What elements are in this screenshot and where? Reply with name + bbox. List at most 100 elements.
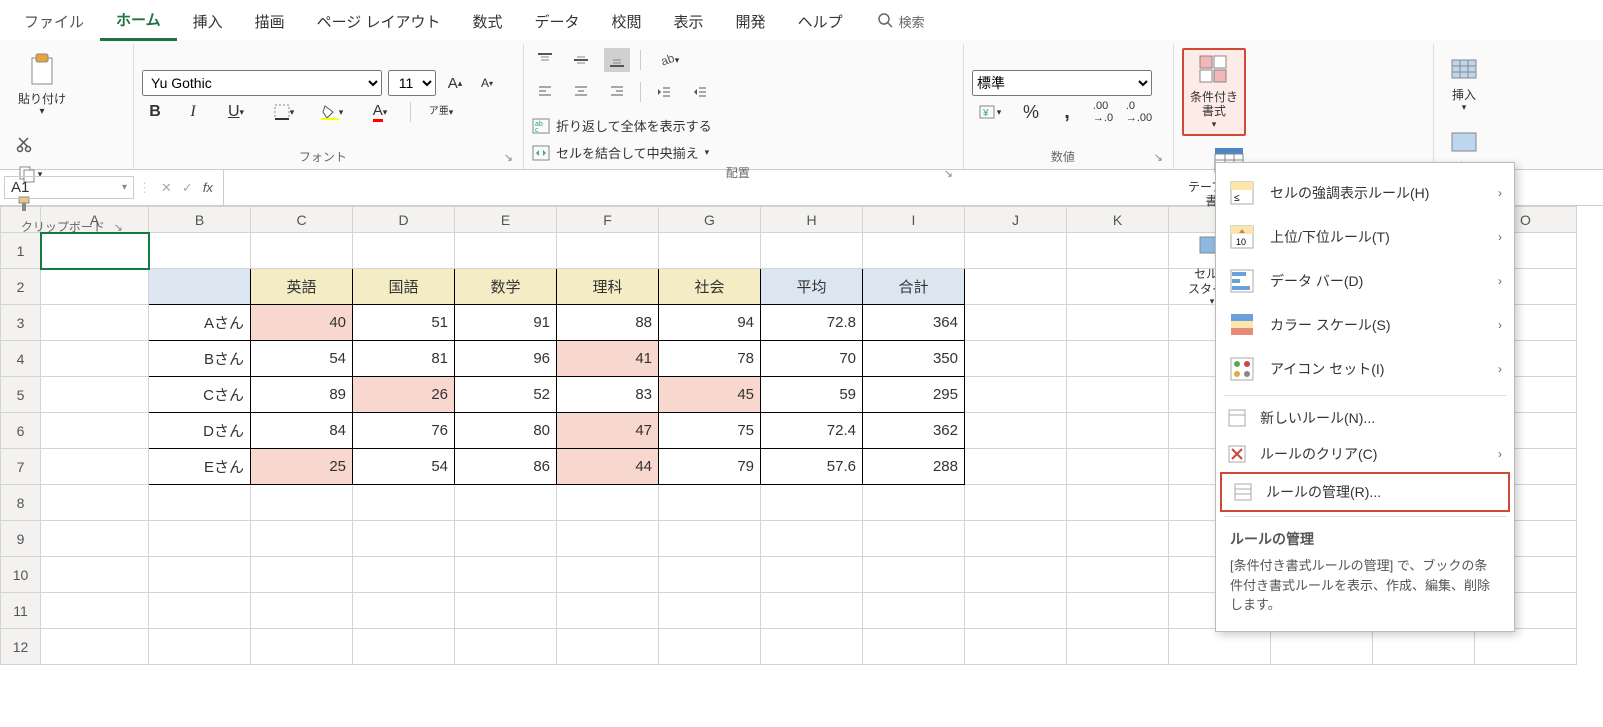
tab-page-layout[interactable]: ページ レイアウト — [301, 3, 457, 40]
align-top-button[interactable] — [532, 48, 558, 72]
cell-G5[interactable]: 45 — [659, 377, 761, 413]
cell-C2[interactable]: 英語 — [251, 269, 353, 305]
cell-I12[interactable] — [863, 629, 965, 665]
cell-N12[interactable] — [1373, 629, 1475, 665]
cell-K4[interactable] — [1067, 341, 1169, 377]
cell-H8[interactable] — [761, 485, 863, 521]
cell-C4[interactable]: 54 — [251, 341, 353, 377]
row-header-8[interactable]: 8 — [1, 485, 41, 521]
align-bottom-button[interactable] — [604, 48, 630, 72]
cell-F6[interactable]: 47 — [557, 413, 659, 449]
decrease-font-button[interactable]: A▾ — [474, 71, 500, 95]
cell-H4[interactable]: 70 — [761, 341, 863, 377]
fill-color-button[interactable]: ▾ — [314, 100, 350, 124]
cell-E9[interactable] — [455, 521, 557, 557]
cell-H9[interactable] — [761, 521, 863, 557]
cell-D8[interactable] — [353, 485, 455, 521]
cell-F11[interactable] — [557, 593, 659, 629]
cell-A10[interactable] — [41, 557, 149, 593]
tab-formulas[interactable]: 数式 — [456, 3, 518, 40]
cell-J6[interactable] — [965, 413, 1067, 449]
tab-home[interactable]: ホーム — [100, 1, 177, 41]
name-box[interactable]: A1 ▾ — [4, 176, 134, 199]
cell-A3[interactable] — [41, 305, 149, 341]
insert-cells-button[interactable]: 挿入▾ — [1442, 48, 1486, 117]
cell-C6[interactable]: 84 — [251, 413, 353, 449]
tab-help[interactable]: ヘルプ — [782, 3, 859, 40]
cell-B11[interactable] — [149, 593, 251, 629]
cell-G3[interactable]: 94 — [659, 305, 761, 341]
col-header-I[interactable]: I — [863, 207, 965, 233]
cell-K5[interactable] — [1067, 377, 1169, 413]
cell-M12[interactable] — [1271, 629, 1373, 665]
cell-J12[interactable] — [965, 629, 1067, 665]
tab-review[interactable]: 校閲 — [596, 3, 658, 40]
cell-B10[interactable] — [149, 557, 251, 593]
cell-B4[interactable]: Bさん — [149, 341, 251, 377]
row-header-9[interactable]: 9 — [1, 521, 41, 557]
cell-A7[interactable] — [41, 449, 149, 485]
cell-K1[interactable] — [1067, 233, 1169, 269]
cell-F4[interactable]: 41 — [557, 341, 659, 377]
cell-H10[interactable] — [761, 557, 863, 593]
cell-F1[interactable] — [557, 233, 659, 269]
cell-K8[interactable] — [1067, 485, 1169, 521]
col-header-C[interactable]: C — [251, 207, 353, 233]
font-size-select[interactable]: 11 — [388, 70, 436, 96]
col-header-H[interactable]: H — [761, 207, 863, 233]
cell-K11[interactable] — [1067, 593, 1169, 629]
cell-K6[interactable] — [1067, 413, 1169, 449]
cell-H11[interactable] — [761, 593, 863, 629]
cell-D4[interactable]: 81 — [353, 341, 455, 377]
cell-H3[interactable]: 72.8 — [761, 305, 863, 341]
align-right-button[interactable] — [604, 80, 630, 104]
cell-H5[interactable]: 59 — [761, 377, 863, 413]
percent-button[interactable]: % — [1018, 100, 1044, 124]
cell-I8[interactable] — [863, 485, 965, 521]
col-header-D[interactable]: D — [353, 207, 455, 233]
cell-D10[interactable] — [353, 557, 455, 593]
cell-B5[interactable]: Cさん — [149, 377, 251, 413]
row-header-11[interactable]: 11 — [1, 593, 41, 629]
cell-A2[interactable] — [41, 269, 149, 305]
cell-C10[interactable] — [251, 557, 353, 593]
bold-button[interactable]: B — [142, 100, 168, 124]
cell-I5[interactable]: 295 — [863, 377, 965, 413]
cell-D11[interactable] — [353, 593, 455, 629]
align-left-button[interactable] — [532, 80, 558, 104]
increase-decimal-button[interactable]: .00→.0 — [1090, 100, 1116, 124]
tab-view[interactable]: 表示 — [658, 3, 720, 40]
cell-E6[interactable]: 80 — [455, 413, 557, 449]
cell-G10[interactable] — [659, 557, 761, 593]
cell-K2[interactable] — [1067, 269, 1169, 305]
border-button[interactable]: ▾ — [266, 100, 302, 124]
cell-E7[interactable]: 86 — [455, 449, 557, 485]
col-header-E[interactable]: E — [455, 207, 557, 233]
cell-E10[interactable] — [455, 557, 557, 593]
cell-C1[interactable] — [251, 233, 353, 269]
cell-J9[interactable] — [965, 521, 1067, 557]
cell-E1[interactable] — [455, 233, 557, 269]
col-header-F[interactable]: F — [557, 207, 659, 233]
cell-C9[interactable] — [251, 521, 353, 557]
row-header-6[interactable]: 6 — [1, 413, 41, 449]
cell-J8[interactable] — [965, 485, 1067, 521]
cell-I4[interactable]: 350 — [863, 341, 965, 377]
cell-J3[interactable] — [965, 305, 1067, 341]
cell-A9[interactable] — [41, 521, 149, 557]
cell-G1[interactable] — [659, 233, 761, 269]
cell-O12[interactable] — [1475, 629, 1577, 665]
cell-J5[interactable] — [965, 377, 1067, 413]
cell-D2[interactable]: 国語 — [353, 269, 455, 305]
col-header-G[interactable]: G — [659, 207, 761, 233]
cell-G12[interactable] — [659, 629, 761, 665]
cell-I7[interactable]: 288 — [863, 449, 965, 485]
row-header-3[interactable]: 3 — [1, 305, 41, 341]
cell-F5[interactable]: 83 — [557, 377, 659, 413]
cell-I9[interactable] — [863, 521, 965, 557]
cell-D9[interactable] — [353, 521, 455, 557]
increase-indent-button[interactable] — [687, 80, 713, 104]
col-header-B[interactable]: B — [149, 207, 251, 233]
cell-D12[interactable] — [353, 629, 455, 665]
cell-F8[interactable] — [557, 485, 659, 521]
